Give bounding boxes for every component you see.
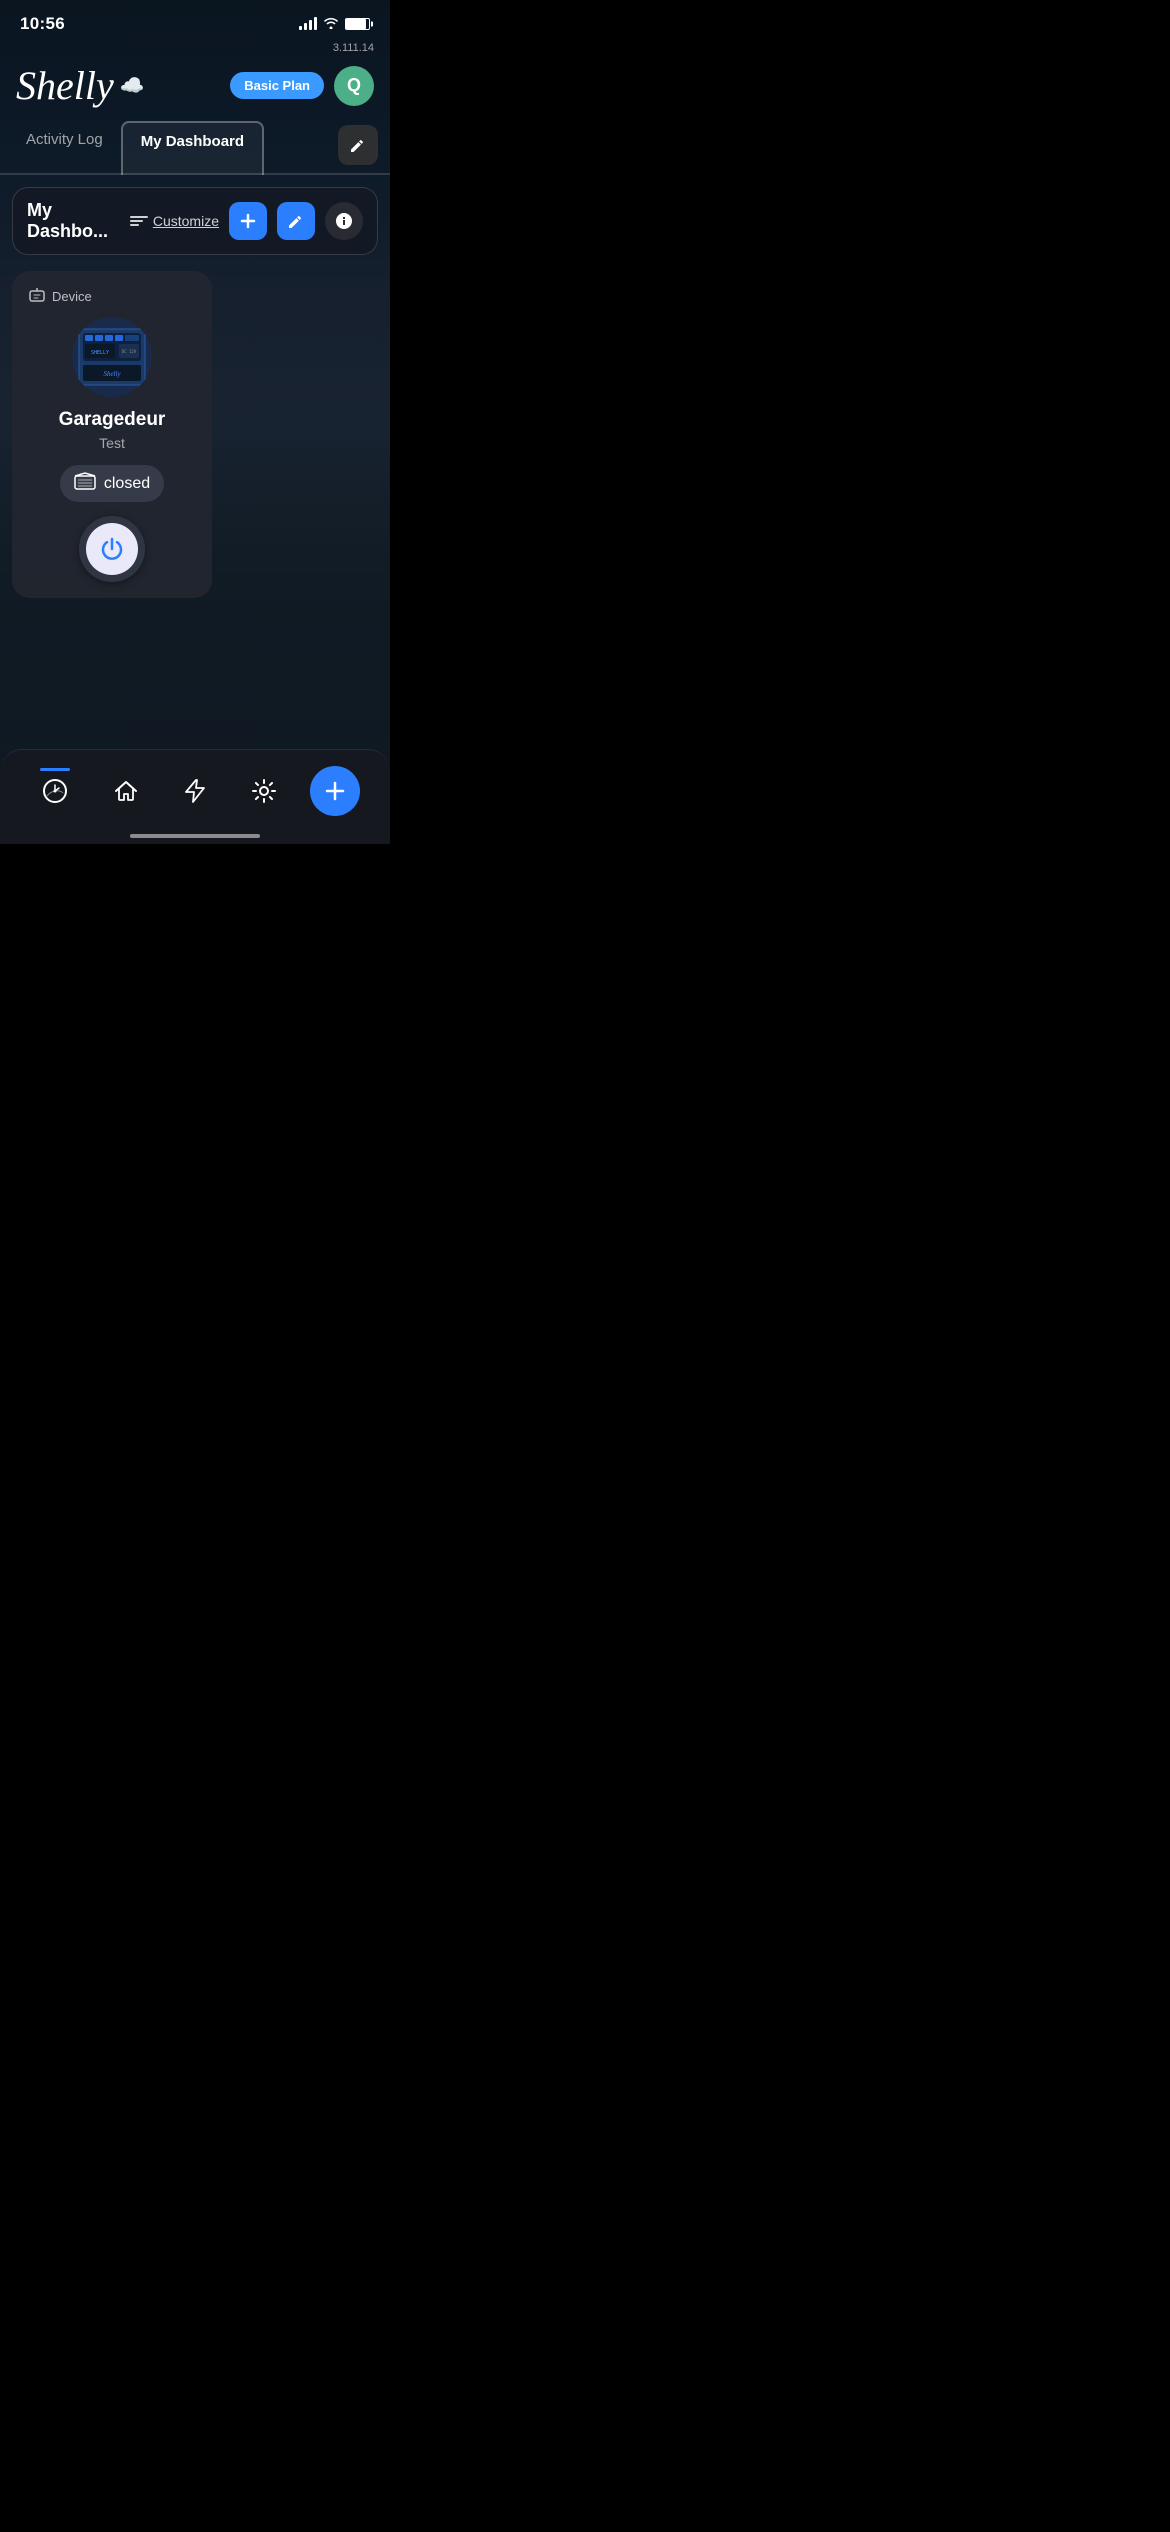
basic-plan-badge[interactable]: Basic Plan [230,72,324,99]
dashboard-header: My Dashbo... Customize [12,187,378,255]
dashboard-nav-icon [42,778,68,804]
scenes-nav-icon [183,778,207,804]
svg-text:Shelly: Shelly [103,370,121,378]
nav-item-dashboard[interactable] [30,774,80,808]
settings-nav-icon [251,778,277,804]
info-button[interactable] [325,202,363,240]
svg-text:DC 12V: DC 12V [122,349,137,354]
avatar[interactable]: Q [334,66,374,106]
version-bar: 3.111.14 [0,42,390,58]
edit-dashboard-button[interactable] [277,202,315,240]
nav-item-home[interactable] [101,774,151,808]
battery-icon [345,18,370,30]
dashboard-title: My Dashbo... [27,200,120,242]
svg-text:SHELLY: SHELLY [91,350,109,356]
power-button[interactable] [79,516,145,582]
version-text: 3.111.14 [333,42,374,54]
cloud-icon: ☁️ [120,73,145,98]
header-right: Basic Plan Q [230,66,374,106]
power-inner [86,523,138,575]
device-type-label: Device [28,287,196,305]
device-status-pill: closed [60,465,164,502]
nav-item-settings[interactable] [239,774,289,808]
tabs-container: Activity Log My Dashboard [0,121,390,175]
status-icons [299,16,370,32]
wifi-icon [323,16,339,32]
customize-button[interactable]: Customize [130,213,219,229]
tab-my-dashboard[interactable]: My Dashboard [121,121,264,175]
signal-icon [299,18,317,30]
tab-activity-log[interactable]: Activity Log [8,121,121,173]
device-name: Garagedeur [59,409,166,431]
status-time: 10:56 [20,14,65,34]
add-dashboard-button[interactable] [229,202,267,240]
status-text: closed [104,475,150,493]
app-header: Shelly ☁️ Basic Plan Q [0,58,390,121]
home-nav-icon [113,778,139,804]
device-card: Device SHELLY DC 12V Shelly Garagedeur T… [12,271,212,598]
shelly-logo: Shelly ☁️ [16,62,145,109]
device-image: SHELLY DC 12V Shelly [72,317,152,397]
garage-icon [74,472,96,495]
nav-add-button[interactable] [310,766,360,816]
bottom-nav [0,749,390,844]
edit-tab-button[interactable] [338,125,378,165]
status-bar: 10:56 [0,0,390,42]
device-subtitle: Test [99,435,125,451]
sliders-icon [130,216,148,226]
home-indicator [130,834,260,838]
nav-item-scenes[interactable] [171,774,219,808]
